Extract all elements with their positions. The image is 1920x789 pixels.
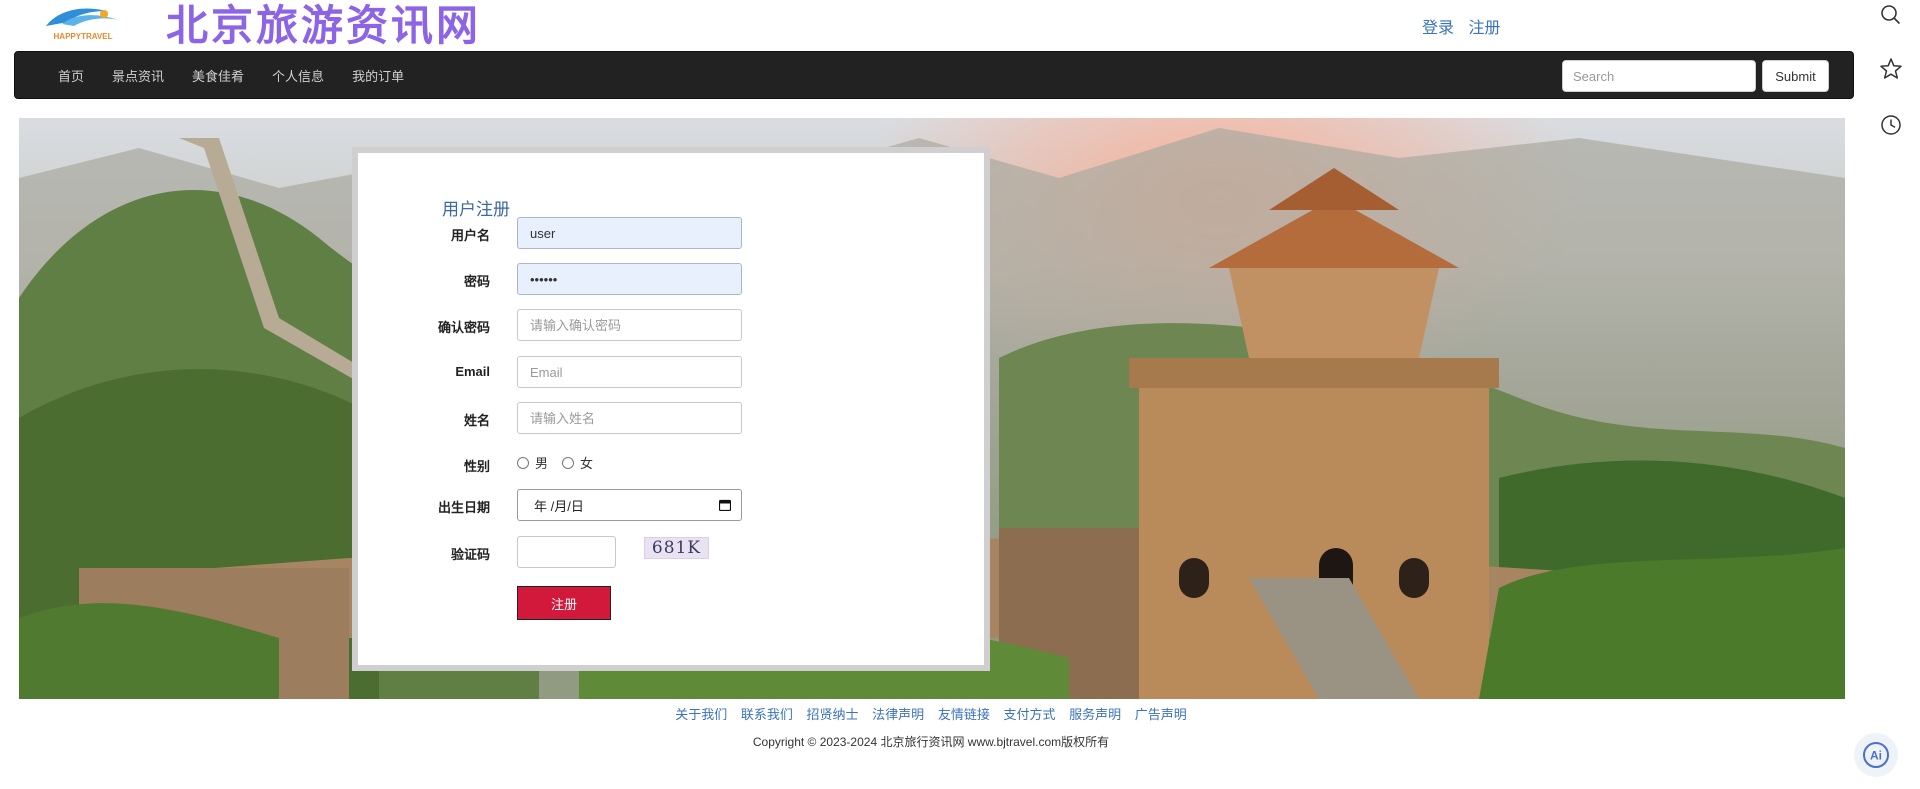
ai-assistant-button[interactable]: Ai (1854, 733, 1898, 777)
site-logo[interactable]: HAPPYTRAVEL (40, 4, 126, 42)
birthdate-label: 出生日期 (437, 500, 490, 515)
search-icon[interactable] (1878, 2, 1904, 28)
footer-link-payment[interactable]: 支付方式 (1003, 707, 1055, 722)
birthdate-input[interactable]: 年 /月/日 (517, 489, 742, 521)
site-title: 北京旅游资讯网 (166, 1, 482, 50)
search-submit-button[interactable]: Submit (1762, 60, 1829, 92)
footer-link-legal[interactable]: 法律声明 (872, 707, 924, 722)
captcha-image[interactable]: 681K (644, 537, 709, 559)
footer-link-ads[interactable]: 广告声明 (1135, 707, 1187, 722)
copyright-text: Copyright © 2023-2024 北京旅行资讯网 www.bjtrav… (752, 735, 1110, 749)
svg-text:HAPPYTRAVEL: HAPPYTRAVEL (54, 32, 113, 41)
nav-item-profile[interactable]: 个人信息 (272, 66, 324, 85)
login-link[interactable]: 登录 (1422, 20, 1454, 37)
footer-link-friends[interactable]: 友情链接 (938, 707, 990, 722)
gender-radio-male[interactable] (517, 456, 529, 469)
registration-card: 用户注册 用户名 密码 确认密码 Email 姓名 性别 男 女 出生日期 年 … (352, 147, 990, 671)
footer-link-about[interactable]: 关于我们 (675, 707, 727, 722)
name-label: 姓名 (463, 413, 490, 428)
svg-text:Ai: Ai (1870, 749, 1882, 763)
footer-link-contact[interactable]: 联系我们 (741, 707, 793, 722)
gender-label: 性别 (463, 459, 490, 474)
password-label: 密码 (463, 274, 490, 289)
confirm-password-input[interactable] (517, 309, 742, 341)
email-label: Email (455, 364, 490, 379)
register-link[interactable]: 注册 (1468, 20, 1500, 37)
site-header: HAPPYTRAVEL 北京旅游资讯网 登录 注册 (0, 0, 1862, 50)
ai-icon: Ai (1863, 742, 1889, 768)
auth-links: 登录 注册 (1422, 14, 1510, 38)
gender-options: 男 女 (517, 453, 607, 472)
name-input[interactable] (517, 402, 742, 434)
history-icon[interactable] (1878, 112, 1904, 138)
gender-option-male: 男 (535, 456, 549, 471)
calendar-icon[interactable] (719, 499, 731, 511)
gender-option-female: 女 (580, 456, 594, 471)
captcha-label: 验证码 (450, 547, 490, 562)
footer-link-careers[interactable]: 招贤纳士 (807, 707, 859, 722)
browser-side-rail: Ai (1854, 0, 1920, 789)
username-input[interactable] (517, 217, 742, 249)
captcha-input[interactable] (517, 536, 616, 568)
password-input[interactable] (517, 263, 742, 295)
star-icon[interactable] (1878, 56, 1904, 82)
nav-item-attractions[interactable]: 景点资讯 (112, 66, 164, 85)
main-navbar: 首页 景点资讯 美食佳肴 个人信息 我的订单 Submit (14, 51, 1854, 99)
form-title: 用户注册 (442, 200, 510, 219)
nav-menu: 首页 景点资讯 美食佳肴 个人信息 我的订单 (58, 52, 432, 98)
username-label: 用户名 (450, 228, 490, 243)
gender-radio-female[interactable] (562, 456, 575, 469)
search-input[interactable] (1562, 60, 1756, 92)
email-input[interactable] (517, 356, 742, 388)
nav-item-orders[interactable]: 我的订单 (352, 66, 404, 85)
birthdate-value: 年 /月/日 (534, 498, 584, 514)
nav-item-food[interactable]: 美食佳肴 (192, 66, 244, 85)
footer-link-service[interactable]: 服务声明 (1069, 707, 1121, 722)
footer-links: 关于我们 联系我们 招贤纳士 法律声明 友情链接 支付方式 服务声明 广告声明 (0, 704, 1862, 723)
register-submit-button[interactable]: 注册 (517, 586, 611, 620)
nav-item-home[interactable]: 首页 (58, 66, 84, 85)
confirm-password-label: 确认密码 (437, 320, 490, 335)
